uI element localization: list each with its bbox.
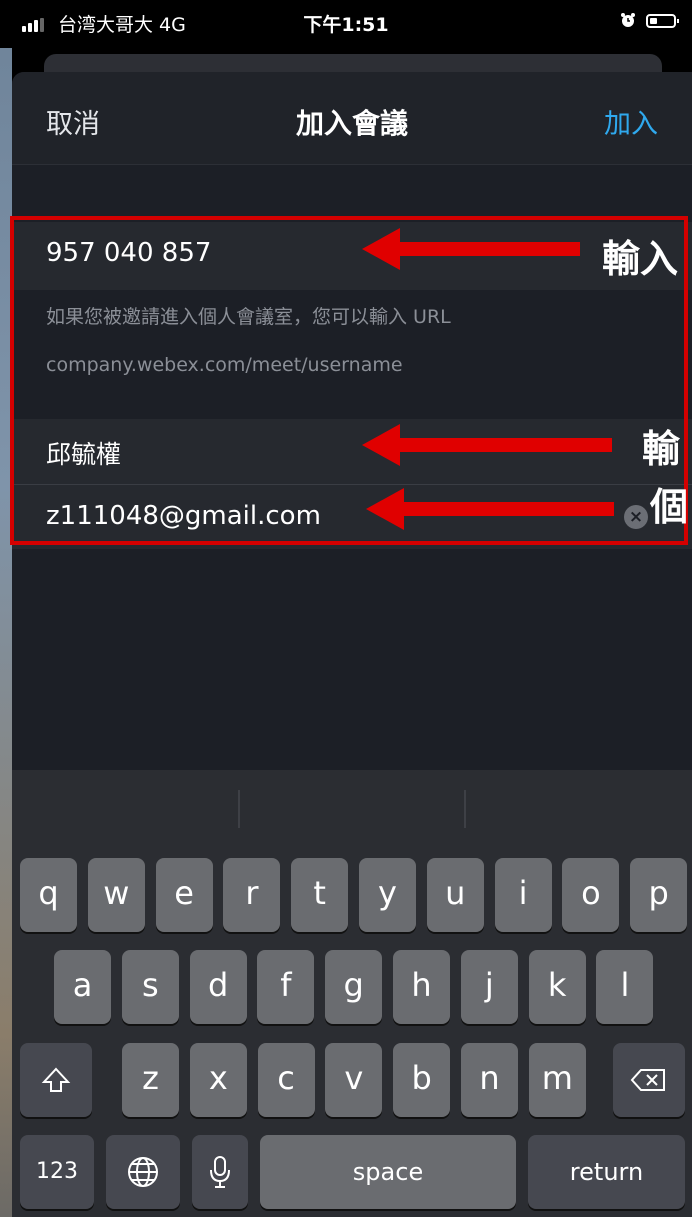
numbers-key[interactable]: 123 (20, 1135, 94, 1209)
shift-icon (41, 1067, 71, 1092)
page-title: 加入會議 (295, 107, 408, 140)
nav-bar: 取消 加入會議 加入 (12, 72, 692, 165)
key-i[interactable]: i (494, 858, 552, 932)
delete-key[interactable] (613, 1043, 685, 1117)
globe-key[interactable] (106, 1135, 180, 1209)
key-k[interactable]: k (528, 950, 586, 1024)
key-c[interactable]: c (257, 1043, 315, 1117)
annotation-label-2: 輸 (642, 427, 681, 471)
annotation-label-1: 輸入 (602, 237, 679, 281)
shift-key[interactable] (20, 1043, 92, 1117)
key-w[interactable]: w (87, 858, 145, 932)
key-v[interactable]: v (325, 1043, 383, 1117)
keyboard: qwertyuiop asdfghjkl zxcvbnm 123 space ret… (12, 770, 692, 1217)
alarm-icon (621, 13, 635, 27)
key-l[interactable]: l (596, 950, 654, 1024)
annotation-arrow-2 (362, 424, 612, 466)
key-f[interactable]: f (257, 950, 315, 1024)
key-m[interactable]: m (528, 1043, 586, 1117)
key-r[interactable]: r (223, 858, 281, 932)
key-a[interactable]: a (54, 950, 111, 1024)
key-o[interactable]: o (562, 858, 620, 932)
key-s[interactable]: s (121, 950, 179, 1024)
battery-icon (646, 14, 679, 28)
annotation-arrow-3 (366, 488, 614, 530)
microphone-icon (210, 1156, 230, 1188)
background-strip (0, 0, 12, 1217)
key-t[interactable]: t (291, 858, 349, 932)
backspace-icon (630, 1069, 665, 1091)
key-q[interactable]: q (20, 858, 77, 932)
key-x[interactable]: x (189, 1043, 247, 1117)
annotation-label-3: 個 (650, 485, 689, 529)
status-bar: 台湾大哥大 4G 下午1:51 (0, 0, 692, 48)
key-d[interactable]: d (189, 950, 247, 1024)
key-n[interactable]: n (461, 1043, 518, 1117)
microphone-key[interactable] (192, 1135, 248, 1209)
key-h[interactable]: h (393, 950, 450, 1024)
annotation-highlight-box (10, 216, 688, 545)
key-z[interactable]: z (122, 1043, 179, 1117)
key-b[interactable]: b (393, 1043, 451, 1117)
annotation-arrow-1 (362, 228, 580, 270)
suggestion-divider (238, 790, 240, 828)
return-key[interactable]: return (528, 1135, 685, 1209)
key-y[interactable]: y (359, 858, 416, 932)
join-button[interactable]: 加入 (604, 102, 658, 141)
key-g[interactable]: g (325, 950, 383, 1024)
clock: 下午1:51 (303, 14, 389, 36)
suggestion-divider (464, 790, 466, 828)
globe-icon (128, 1157, 158, 1187)
key-j[interactable]: j (460, 950, 518, 1024)
space-key[interactable]: space (260, 1135, 516, 1209)
key-e[interactable]: e (155, 858, 213, 932)
key-u[interactable]: u (426, 858, 484, 932)
key-p[interactable]: p (630, 858, 688, 932)
